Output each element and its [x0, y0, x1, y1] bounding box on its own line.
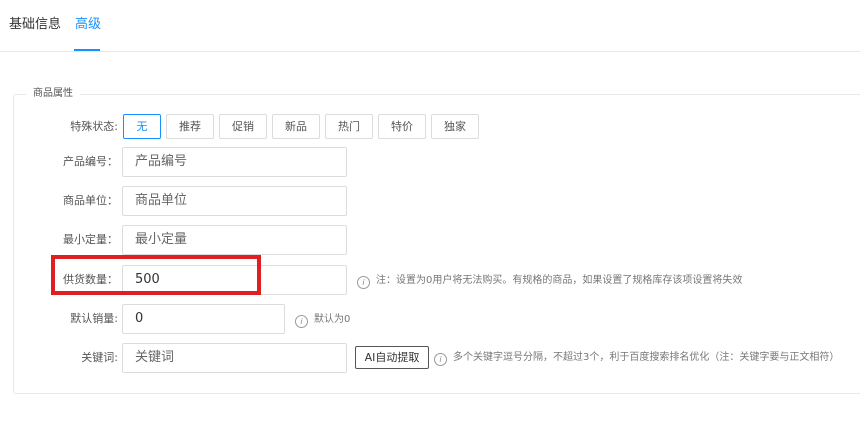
- supply-qty-value: 500: [135, 272, 160, 287]
- keywords-hint-text: 多个关键字逗号分隔，不超过3个，利于百度搜索排名优化（注：关键字要与正文相符）: [453, 352, 840, 363]
- default-sales-hint: i 默认为0: [295, 313, 350, 328]
- product-code-placeholder: 产品编号: [135, 154, 188, 169]
- product-code-input[interactable]: 产品编号: [122, 147, 347, 177]
- min-order-label: 最小定量：: [63, 233, 118, 246]
- status-option-hot[interactable]: 热门: [325, 114, 373, 139]
- product-unit-input[interactable]: 商品单位: [122, 186, 347, 216]
- keywords-hint: i 多个关键字逗号分隔，不超过3个，利于百度搜索排名优化（注：关键字要与正文相符）: [434, 351, 839, 366]
- supply-qty-hint: i 注：设置为0用户将无法购买。有规格的商品，如果设置了规格库存该项设置将失效: [357, 274, 742, 289]
- min-order-placeholder: 最小定量: [135, 232, 188, 247]
- status-option-recommend[interactable]: 推荐: [166, 114, 214, 139]
- section-legend: 商品属性: [26, 87, 80, 101]
- ai-extract-button[interactable]: AI自动提取: [355, 346, 429, 369]
- tab-bar: 基础信息 高级: [0, 0, 860, 52]
- supply-qty-input[interactable]: 500: [122, 265, 347, 295]
- default-sales-value: 0: [135, 311, 144, 326]
- info-circle-icon: i: [357, 276, 370, 289]
- supply-qty-label: 供货数量：: [63, 273, 118, 286]
- status-option-new[interactable]: 新品: [272, 114, 320, 139]
- product-unit-placeholder: 商品单位: [135, 193, 188, 208]
- min-order-input[interactable]: 最小定量: [122, 225, 347, 255]
- status-option-special-price[interactable]: 特价: [378, 114, 426, 139]
- default-sales-label: 默认销量:: [70, 312, 118, 325]
- info-circle-icon: i: [295, 315, 308, 328]
- status-option-none[interactable]: 无: [123, 114, 161, 139]
- info-circle-icon: i: [434, 353, 447, 366]
- product-code-label: 产品编号：: [63, 155, 118, 168]
- tab-advanced[interactable]: 高级: [75, 16, 101, 34]
- default-sales-hint-text: 默认为0: [314, 314, 351, 325]
- status-option-promotion[interactable]: 促销: [219, 114, 267, 139]
- keywords-placeholder: 关键词: [135, 350, 175, 365]
- supply-qty-hint-text: 注：设置为0用户将无法购买。有规格的商品，如果设置了规格库存该项设置将失效: [376, 275, 743, 286]
- special-status-label: 特殊状态:: [70, 120, 118, 133]
- default-sales-input[interactable]: 0: [122, 304, 285, 334]
- keywords-input[interactable]: 关键词: [122, 343, 347, 373]
- active-tab-indicator: [74, 49, 100, 51]
- tab-basic-info[interactable]: 基础信息: [9, 16, 61, 34]
- product-unit-label: 商品单位：: [63, 194, 118, 207]
- status-option-exclusive[interactable]: 独家: [431, 114, 479, 139]
- keywords-label: 关键词:: [81, 351, 118, 364]
